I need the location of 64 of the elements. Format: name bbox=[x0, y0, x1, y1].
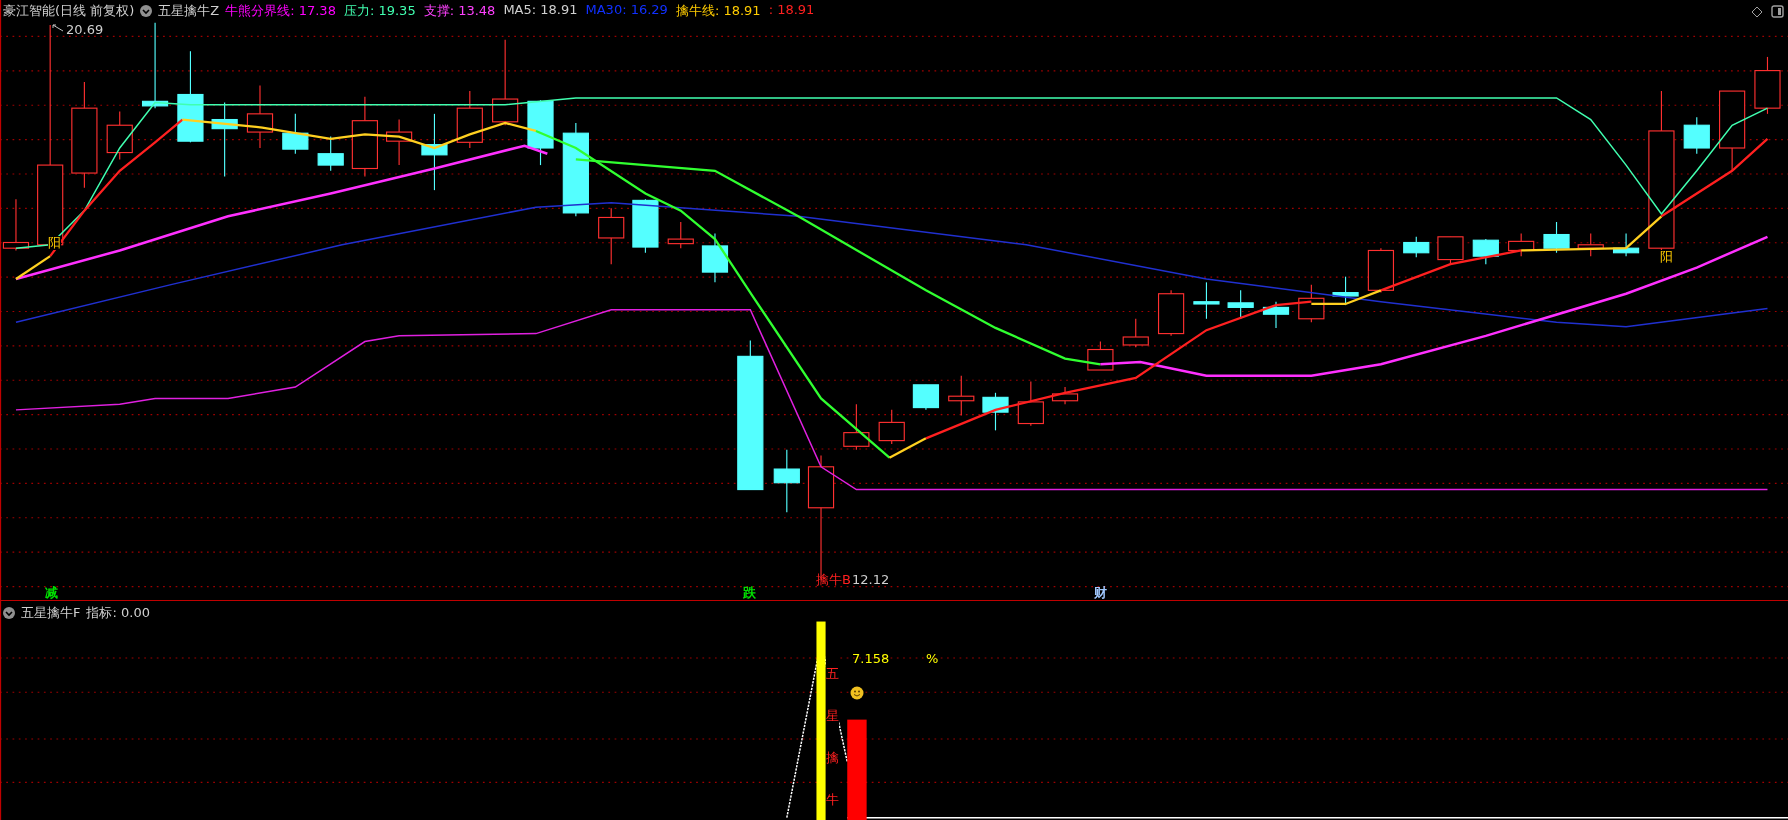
signal-marker: 减 bbox=[44, 586, 59, 600]
indicator-name: 五星擒牛Z bbox=[158, 2, 220, 20]
candlestick bbox=[1683, 116, 1710, 155]
candlestick bbox=[1472, 238, 1499, 265]
panel-toggle-icon[interactable] bbox=[1771, 5, 1784, 18]
candlestick bbox=[948, 375, 975, 417]
candlestick bbox=[282, 113, 309, 155]
candlestick bbox=[1403, 236, 1430, 258]
candlestick bbox=[1577, 232, 1604, 257]
candlestick bbox=[1298, 284, 1325, 323]
legend-value: 压力: 19.35 bbox=[343, 2, 416, 20]
indicator-name: 五星擒牛F bbox=[21, 604, 81, 622]
signal-marker: 财 bbox=[1093, 586, 1108, 600]
candlestick bbox=[1612, 232, 1640, 257]
signal-marker: 跌 bbox=[742, 586, 757, 600]
candlestick bbox=[667, 221, 694, 249]
candlestick bbox=[1051, 386, 1079, 405]
candlestick bbox=[982, 392, 1009, 431]
low-price-label: 12.12 bbox=[852, 573, 890, 587]
candlestick bbox=[1262, 301, 1290, 329]
percent-value: 7.158 bbox=[852, 652, 890, 666]
candlestick bbox=[1754, 56, 1781, 115]
candlestick bbox=[1017, 380, 1044, 427]
legend-value: MA5: 18.91 bbox=[503, 2, 578, 19]
signal-label: 阳 bbox=[1660, 250, 1673, 264]
candlestick bbox=[1508, 232, 1535, 257]
candlestick bbox=[1122, 318, 1149, 348]
candlestick bbox=[317, 136, 344, 172]
candlestick bbox=[878, 409, 905, 445]
pointer-arrow-icon bbox=[52, 24, 64, 32]
legend-value: MA30: 16.29 bbox=[585, 2, 668, 19]
dropdown-icon[interactable] bbox=[3, 607, 15, 619]
dropdown-icon[interactable] bbox=[140, 5, 153, 17]
candlestick bbox=[386, 118, 413, 166]
diamond-icon[interactable] bbox=[1751, 5, 1763, 18]
candlestick bbox=[1543, 221, 1570, 254]
candlestick bbox=[1158, 289, 1185, 337]
buy-signal-label: 擒牛B bbox=[816, 573, 851, 587]
candlestick bbox=[1193, 281, 1220, 320]
candlestick bbox=[1332, 276, 1359, 306]
smiley-icon bbox=[850, 686, 864, 700]
legend-value: 擒牛线: 18.91 bbox=[675, 2, 761, 20]
candlestick bbox=[1227, 289, 1254, 320]
candlestick bbox=[1087, 341, 1114, 371]
candlestick bbox=[246, 84, 274, 149]
candlestick bbox=[527, 99, 554, 166]
legend-value: 牛熊分界线: 17.38 bbox=[225, 2, 336, 20]
high-price-label: 20.69 bbox=[66, 23, 104, 37]
candlestick bbox=[773, 449, 800, 513]
candlestick bbox=[701, 232, 729, 283]
candlestick bbox=[1367, 247, 1394, 294]
candlestick bbox=[843, 403, 870, 451]
candlestick bbox=[1437, 236, 1464, 265]
percent-sign: % bbox=[926, 652, 939, 666]
candlestick bbox=[598, 207, 625, 265]
candlestick bbox=[106, 111, 133, 160]
candlestick bbox=[912, 384, 940, 411]
legend-value: : 18.91 bbox=[768, 2, 815, 19]
indicator-value: 指标: 0.00 bbox=[86, 604, 150, 622]
signal-label: 阳 bbox=[48, 236, 61, 250]
stock-title: 豪江智能(日线 前复权) bbox=[3, 2, 135, 20]
candlestick bbox=[632, 198, 659, 254]
candlestick bbox=[456, 90, 483, 149]
legend-value: 支撑: 13.48 bbox=[423, 2, 496, 20]
